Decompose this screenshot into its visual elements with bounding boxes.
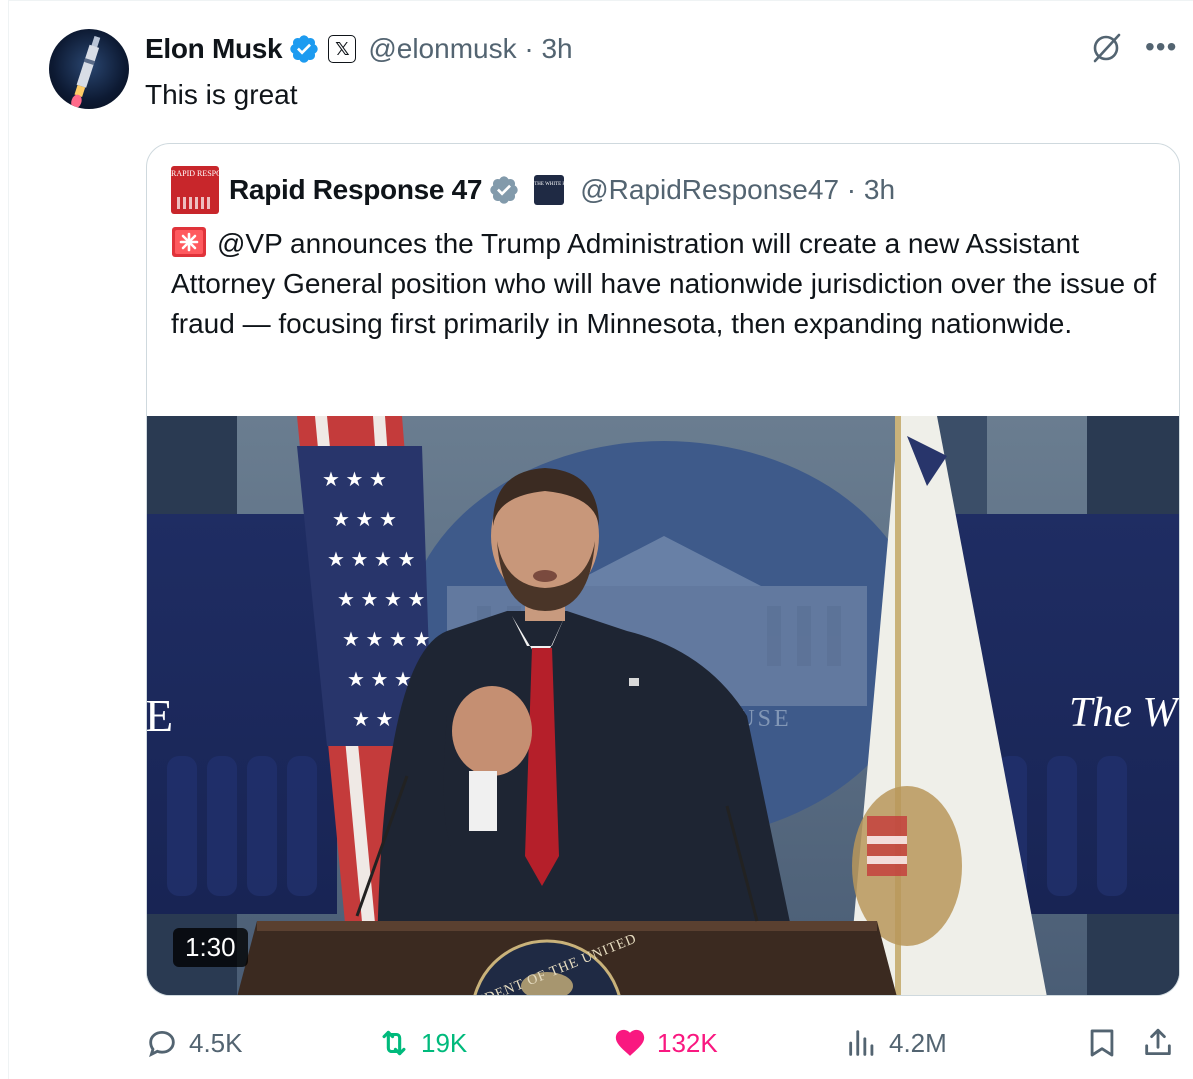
more-options-icon[interactable]: ••• [1145,33,1177,61]
logo-building-graphic [177,197,213,209]
author-name[interactable]: Elon Musk [145,33,283,65]
heart-icon [615,1029,645,1056]
views-button[interactable]: 4.2M [845,1019,947,1067]
logo-text: RAPID RESPONSE [171,169,219,178]
svg-text:★ ★ ★: ★ ★ ★ [322,469,387,491]
quoted-timestamp: · 3h [846,174,896,205]
quoted-tweet[interactable]: RAPID RESPONSE Rapid Response 47 THE WHI… [146,143,1180,996]
video-frame: OUSE E The W ★ ★ ★ ★ ★ ★ ★ ★ ★ ★ ★ ★ ★ ★… [147,416,1180,995]
quoted-header: RAPID RESPONSE Rapid Response 47 THE WHI… [171,166,895,214]
avatar[interactable] [49,29,129,109]
repost-button[interactable]: 19K [377,1019,467,1067]
svg-text:★ ★ ★ ★: ★ ★ ★ ★ [342,629,430,651]
svg-text:★ ★ ★: ★ ★ ★ [347,669,412,691]
backdrop-left-text: E [147,690,173,741]
verified-badge-icon[interactable] [288,33,320,65]
quoted-text-body: @VP announces the Trump Administration w… [171,228,1157,339]
svg-text:★ ★ ★: ★ ★ ★ [332,509,397,531]
grok-icon[interactable] [1089,31,1123,65]
author-handle[interactable]: @elonmusk · 3h [368,33,572,65]
bookmark-button[interactable] [1085,1019,1119,1067]
rapid-response-avatar[interactable]: RAPID RESPONSE [171,166,219,214]
quoted-handle-text: @RapidResponse47 [580,174,840,205]
tweet-text: This is great [145,79,298,110]
rocket-avatar-icon [71,35,101,109]
reply-icon [149,1030,175,1058]
affiliation-text: THE WHITE HOUSE [534,182,580,187]
tweet[interactable]: Elon Musk 𝕏 @elonmusk · 3h This is great… [8,0,1193,1079]
reply-count: 4.5K [189,1027,243,1058]
repost-icon [382,1030,406,1056]
view-count: 4.2M [889,1027,947,1058]
svg-text:★ ★ ★ ★: ★ ★ ★ ★ [337,589,425,611]
tweet-header: Elon Musk 𝕏 @elonmusk · 3h [145,31,573,67]
share-icon [1145,1028,1171,1056]
quoted-text: @VP announces the Trump Administration w… [171,224,1161,344]
backdrop-right-text: The W [1069,690,1180,736]
video-player[interactable]: OUSE E The W ★ ★ ★ ★ ★ ★ ★ ★ ★ ★ ★ ★ ★ ★… [147,416,1180,995]
share-button[interactable] [1141,1019,1175,1067]
svg-text:★ ★ ★ ★: ★ ★ ★ ★ [327,549,415,571]
timestamp[interactable]: · 3h [524,33,572,64]
like-count: 132K [657,1027,718,1058]
quoted-author-name[interactable]: Rapid Response 47 [229,174,483,206]
action-bar: 4.5K 19K 132K 4.2M [145,1019,1185,1067]
siren-emoji-icon [172,227,206,257]
quoted-handle[interactable]: @RapidResponse47 · 3h [580,174,895,206]
verified-gray-badge-icon[interactable] [488,174,520,206]
white-house-affiliation-icon[interactable]: THE WHITE HOUSE [534,175,580,205]
views-icon [849,1030,874,1056]
video-duration: 1:30 [173,928,248,967]
reply-button[interactable]: 4.5K [145,1019,243,1067]
repost-count: 19K [421,1027,468,1058]
x-logo-icon[interactable]: 𝕏 [328,35,357,63]
handle-text: @elonmusk [368,33,517,64]
bookmark-icon [1090,1029,1114,1057]
like-button[interactable]: 132K [613,1019,718,1067]
